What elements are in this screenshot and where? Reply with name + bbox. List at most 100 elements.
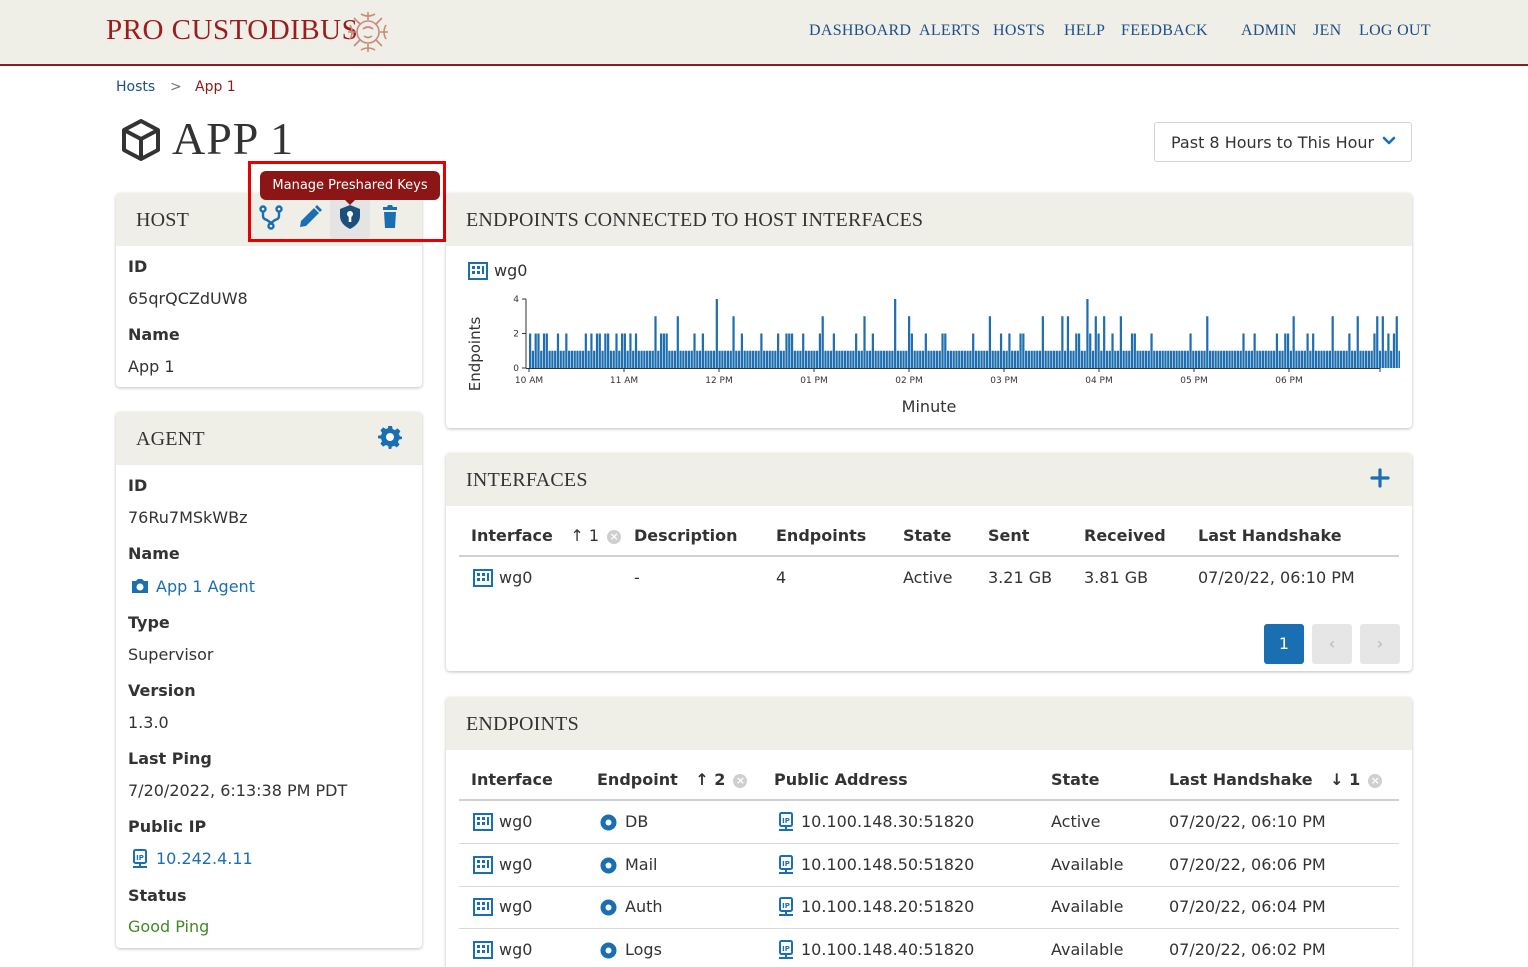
agent-id-label: ID	[128, 476, 148, 495]
ep-col-endpoint[interactable]: Endpoint ↑ 2 ×	[597, 770, 748, 789]
chart-bar	[690, 350, 693, 368]
chart-bar	[1139, 350, 1142, 368]
agent-name-link[interactable]: App 1 Agent	[156, 577, 255, 596]
nav-user[interactable]: JEN	[1313, 22, 1341, 40]
endpoint-address-link[interactable]: 10.100.148.50:51820	[801, 855, 974, 874]
endpoint-name-link[interactable]: Mail	[625, 855, 658, 874]
chart-bar	[757, 350, 760, 368]
ep-col-public-address[interactable]: Public Address	[774, 770, 908, 789]
nav-admin[interactable]: ADMIN	[1241, 22, 1297, 40]
chart-bar	[1289, 350, 1292, 368]
chart-bar	[1278, 350, 1281, 368]
endpoint-name-link[interactable]: DB	[625, 812, 648, 831]
row-rule	[459, 843, 1399, 844]
chart-bar	[743, 350, 746, 368]
ep-col-endpoint-sort: ↑ 2	[695, 770, 726, 789]
nav-help[interactable]: HELP	[1064, 22, 1105, 40]
col-interface[interactable]: Interface ↑ 1 ×	[471, 526, 622, 545]
chart-bar	[949, 350, 953, 368]
chart-bar	[857, 350, 861, 368]
chart-bar	[1247, 350, 1251, 368]
chart-x-tick-label: 11 AM	[610, 376, 638, 386]
endpoint-name-link[interactable]: Logs	[625, 940, 662, 959]
col-last-handshake[interactable]: Last Handshake	[1198, 526, 1342, 545]
next-page-button[interactable]: ›	[1360, 624, 1400, 664]
col-description[interactable]: Description	[634, 526, 737, 545]
chart-bar	[640, 350, 643, 368]
chart-interface-link[interactable]: wg0	[494, 261, 527, 280]
chart-bar	[1192, 350, 1195, 368]
nav-logout[interactable]: LOG OUT	[1359, 22, 1431, 40]
chart-xlabel: Minute	[902, 397, 957, 416]
chart-bar	[782, 350, 785, 368]
breadcrumb-hosts[interactable]: Hosts	[116, 79, 155, 95]
endpoint-interface-link[interactable]: wg0	[499, 940, 532, 959]
nav-feedback[interactable]: FEEDBACK	[1121, 22, 1208, 40]
clear-sort-icon[interactable]: ×	[1368, 773, 1383, 788]
interface-link[interactable]: wg0	[499, 568, 532, 587]
nav-hosts[interactable]: HOSTS	[993, 22, 1045, 40]
brand-logo-icon[interactable]	[343, 8, 393, 56]
chart-bar	[665, 333, 668, 368]
chart-bar	[701, 333, 704, 368]
time-range-select[interactable]: Past 8 Hours to This Hour	[1154, 122, 1412, 162]
chart-bar	[1334, 350, 1337, 368]
chart-bar	[1292, 316, 1295, 368]
ep-col-last-handshake-label: Last Handshake	[1169, 770, 1313, 789]
endpoint-interface-link[interactable]: wg0	[499, 897, 532, 916]
clear-sort-icon[interactable]: ×	[733, 773, 748, 788]
agent-ip-link[interactable]: 10.242.4.11	[156, 849, 253, 868]
col-sent[interactable]: Sent	[988, 526, 1029, 545]
chart-bar	[1197, 350, 1201, 368]
endpoint-state: Available	[1051, 897, 1124, 916]
gear-icon[interactable]	[378, 425, 402, 449]
chart-bar	[648, 350, 652, 368]
chart-x-tick-label: 12 PM	[705, 376, 733, 386]
chart-bar	[963, 350, 966, 368]
ep-col-interface[interactable]: Interface	[471, 770, 553, 789]
chart-bar	[634, 333, 638, 368]
chart-bar	[977, 350, 980, 368]
chart-bar	[860, 350, 863, 368]
chart-bar	[760, 333, 763, 368]
col-endpoints[interactable]: Endpoints	[776, 526, 866, 545]
endpoint-address-link[interactable]: 10.100.148.30:51820	[801, 812, 974, 831]
chart-bar	[1253, 333, 1256, 368]
endpoint-interface-link[interactable]: wg0	[499, 855, 532, 874]
chart-bar	[704, 350, 707, 368]
chart-bar	[779, 350, 783, 368]
prev-page-button[interactable]: ‹	[1312, 624, 1352, 664]
col-received[interactable]: Received	[1084, 526, 1166, 545]
endpoint-address-link[interactable]: 10.100.148.40:51820	[801, 940, 974, 959]
chart-bar	[788, 333, 791, 368]
nav-dashboard[interactable]: DASHBOARD	[809, 22, 911, 40]
add-interface-icon[interactable]	[1370, 468, 1390, 488]
chart-bar	[1306, 333, 1309, 368]
chart-bar	[1211, 350, 1214, 368]
chart-bar	[774, 350, 777, 368]
chart-bar	[1013, 350, 1017, 368]
chart-bar	[972, 333, 975, 368]
ep-col-last-handshake[interactable]: Last Handshake ↓ 1 ×	[1169, 770, 1383, 789]
endpoint-name-link[interactable]: Auth	[625, 897, 663, 916]
page-1-button[interactable]: 1	[1264, 624, 1304, 664]
nav-alerts[interactable]: ALERTS	[919, 22, 980, 40]
ep-col-state[interactable]: State	[1051, 770, 1099, 789]
endpoint-address-link[interactable]: 10.100.148.20:51820	[801, 897, 974, 916]
col-state[interactable]: State	[903, 526, 951, 545]
brand-name[interactable]: PRO CUSTODIBUS	[106, 14, 358, 47]
chart-bar	[637, 350, 640, 368]
chart-bar	[579, 350, 582, 368]
endpoint-interface-link[interactable]: wg0	[499, 812, 532, 831]
chart-bar	[1264, 350, 1267, 368]
chart-x-tick-label: 01 PM	[800, 376, 828, 386]
chart-bar	[849, 350, 852, 368]
chart-bar	[712, 350, 716, 368]
chart-bar	[534, 333, 537, 368]
clear-sort-icon[interactable]: ×	[607, 529, 622, 544]
chart-bar	[777, 333, 780, 368]
chart-bar	[1398, 350, 1400, 368]
chart-bar	[1119, 316, 1122, 368]
chart-bar	[874, 350, 877, 368]
agent-version-label: Version	[128, 681, 196, 700]
